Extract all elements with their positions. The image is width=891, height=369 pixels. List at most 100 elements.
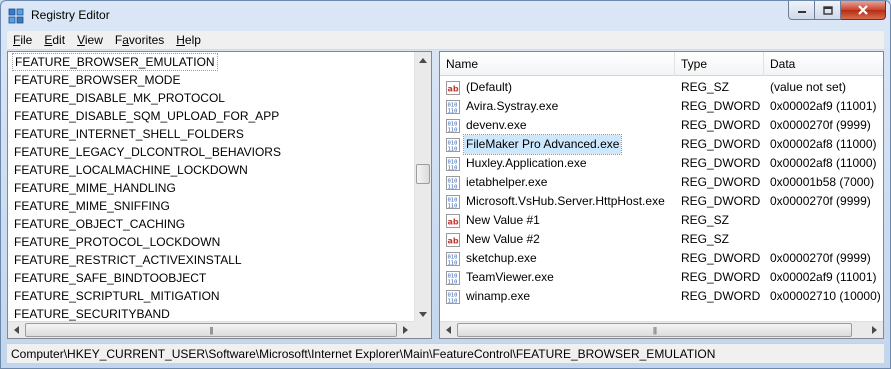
binary-value-icon: 010110 (446, 156, 460, 171)
value-row[interactable]: 010 110 Huxley.Application.exe REG_DWORD 0x0… (440, 154, 883, 173)
tree-item[interactable]: FEATURE_LOCALMACHINE_LOCKDOWN (12, 161, 250, 179)
minimize-icon (797, 11, 806, 13)
values-list-pane[interactable]: Name Type Data ab (Default) REG_SZ (value n… (439, 51, 884, 339)
list-horizontal-scroll-thumb[interactable]: ||| (457, 323, 852, 337)
value-type: REG_DWORD (681, 194, 761, 208)
key-tree-pane[interactable]: FEATURE_BROWSER_EMULATION FEATURE_BROWSER… (7, 51, 432, 339)
value-type: REG_SZ (681, 213, 730, 227)
tree-horizontal-scrollbar[interactable]: ||| (8, 321, 414, 338)
grip-icon: ||| (652, 325, 657, 335)
menu-file[interactable]: File (7, 33, 38, 47)
binary-value-icon: 010110 (446, 99, 460, 114)
value-row[interactable]: 010 110 FileMaker Pro Advanced.exe REG_DWOR… (440, 134, 883, 155)
tree-item[interactable]: FEATURE_MIME_SNIFFING (12, 197, 172, 215)
tree-vertical-scroll-thumb[interactable] (416, 164, 430, 184)
scroll-left-button[interactable] (440, 322, 457, 338)
value-name: New Value #2 (466, 232, 540, 246)
registry-editor-window: Registry Editor File Edit View Favorites… (0, 0, 891, 369)
value-data: 0x00002af8 (11000) (770, 156, 877, 170)
value-name: New Value #1 (466, 213, 540, 227)
minimize-button[interactable] (788, 1, 815, 20)
list-horizontal-scrollbar[interactable]: ||| (440, 321, 883, 338)
binary-value-icon: 010110 (446, 175, 460, 190)
tree-item[interactable]: FEATURE_INTERNET_SHELL_FOLDERS (12, 125, 246, 143)
tree-item[interactable]: FEATURE_DISABLE_MK_PROTOCOL (12, 89, 227, 107)
menu-view[interactable]: View (71, 33, 109, 47)
column-header-data[interactable]: Data (764, 52, 883, 76)
tree-item[interactable]: FEATURE_SAFE_BINDTOOBJECT (12, 269, 208, 287)
tree-item[interactable]: FEATURE_RESTRICT_ACTIVEXINSTALL (12, 251, 244, 269)
chevron-left-icon (446, 326, 451, 334)
value-name: Microsoft.VsHub.Server.HttpHost.exe (466, 194, 665, 208)
maximize-button[interactable] (815, 1, 841, 20)
close-button[interactable] (841, 1, 886, 20)
value-name-cell: ab (Default) (446, 78, 514, 97)
menu-edit[interactable]: Edit (38, 33, 71, 47)
caption-buttons (788, 1, 886, 21)
tree-item[interactable]: FEATURE_LEGACY_DLCONTROL_BEHAVIORS (12, 143, 283, 161)
value-name-cell: 010 110 Microsoft.VsHub.Server.HttpHost.ex… (446, 192, 667, 211)
svg-text:110: 110 (448, 298, 458, 304)
value-name-cell: 010 110 ietabhelper.exe (446, 173, 549, 192)
binary-value-icon: 010110 (446, 289, 460, 304)
tree-item[interactable]: FEATURE_BROWSER_EMULATION (12, 53, 218, 71)
svg-text:110: 110 (448, 108, 458, 114)
value-row[interactable]: 010 110 Avira.Systray.exe REG_DWORD 0x00002a… (440, 97, 883, 116)
svg-text:110: 110 (448, 260, 458, 266)
value-name-cell: 010 110 FileMaker Pro Advanced.exe (446, 134, 623, 155)
window-title: Registry Editor (31, 8, 110, 22)
value-data: 0x0000270f (9999) (770, 194, 871, 208)
tree-horizontal-scroll-thumb[interactable]: ||| (25, 323, 397, 337)
binary-value-icon: 010110 (446, 137, 460, 152)
tree-vertical-scrollbar[interactable] (414, 52, 431, 323)
value-name-cell: ab New Value #1 (446, 211, 542, 230)
value-name: devenv.exe (466, 118, 527, 132)
value-name-cell: 010 110 sketchup.exe (446, 249, 539, 268)
tree-item[interactable]: FEATURE_PROTOCOL_LOCKDOWN (12, 233, 222, 251)
registry-editor-app-icon (8, 8, 24, 24)
value-row[interactable]: ab New Value #1 REG_SZ (440, 211, 883, 230)
value-row[interactable]: 010 110 Microsoft.VsHub.Server.HttpHost.ex… (440, 192, 883, 211)
value-row[interactable]: 010 110 sketchup.exe REG_DWORD 0x0000270f (9… (440, 249, 883, 268)
svg-text:110: 110 (448, 279, 458, 285)
value-row[interactable]: 010 110 ietabhelper.exe REG_DWORD 0x00001b58… (440, 173, 883, 192)
value-type: REG_DWORD (681, 289, 761, 303)
value-data: (value not set) (770, 80, 847, 94)
title-bar[interactable]: Registry Editor (1, 1, 890, 31)
svg-text:110: 110 (448, 127, 458, 133)
tree-item[interactable]: FEATURE_SCRIPTURL_MITIGATION (12, 287, 222, 305)
menu-favorites[interactable]: Favorites (109, 33, 170, 47)
scroll-up-button[interactable] (415, 52, 431, 69)
tree-item[interactable]: FEATURE_OBJECT_CACHING (12, 215, 187, 233)
value-name: FileMaker Pro Advanced.exe (462, 134, 623, 155)
value-type: REG_DWORD (681, 99, 761, 113)
value-name: sketchup.exe (466, 251, 537, 265)
column-header-name[interactable]: Name (440, 52, 675, 76)
value-row[interactable]: 010 110 devenv.exe REG_DWORD 0x0000270f (999… (440, 116, 883, 135)
value-name-cell: 010 110 Avira.Systray.exe (446, 97, 560, 116)
value-row[interactable]: ab New Value #2 REG_SZ (440, 230, 883, 249)
scroll-left-button[interactable] (8, 322, 25, 338)
value-row[interactable]: 010 110 winamp.exe REG_DWORD 0x00002710 (100… (440, 287, 883, 306)
value-type: REG_DWORD (681, 137, 761, 151)
menu-help[interactable]: Help (170, 33, 207, 47)
tree-item[interactable]: FEATURE_DISABLE_SQM_UPLOAD_FOR_APP (12, 107, 281, 125)
value-type: REG_DWORD (681, 270, 761, 284)
scroll-right-button[interactable] (397, 322, 414, 338)
column-header-type[interactable]: Type (675, 52, 764, 76)
scroll-right-button[interactable] (866, 322, 883, 338)
scrollbar-corner (414, 321, 431, 338)
value-name-cell: 010 110 winamp.exe (446, 287, 532, 306)
tree-item[interactable]: FEATURE_BROWSER_MODE (12, 71, 182, 89)
value-row[interactable]: 010 110 TeamViewer.exe REG_DWORD 0x00002af9 … (440, 268, 883, 287)
close-icon (858, 5, 868, 15)
value-data: 0x00002af8 (11000) (770, 137, 877, 151)
grip-icon: ||| (209, 325, 213, 335)
chevron-left-icon (14, 326, 19, 334)
tree-item[interactable]: FEATURE_MIME_HANDLING (12, 179, 178, 197)
value-row[interactable]: ab (Default) REG_SZ (value not set) (440, 78, 883, 97)
value-type: REG_DWORD (681, 175, 761, 189)
menu-bar: File Edit View Favorites Help (7, 31, 884, 50)
string-value-icon: ab (446, 232, 460, 247)
value-name: winamp.exe (466, 289, 531, 303)
